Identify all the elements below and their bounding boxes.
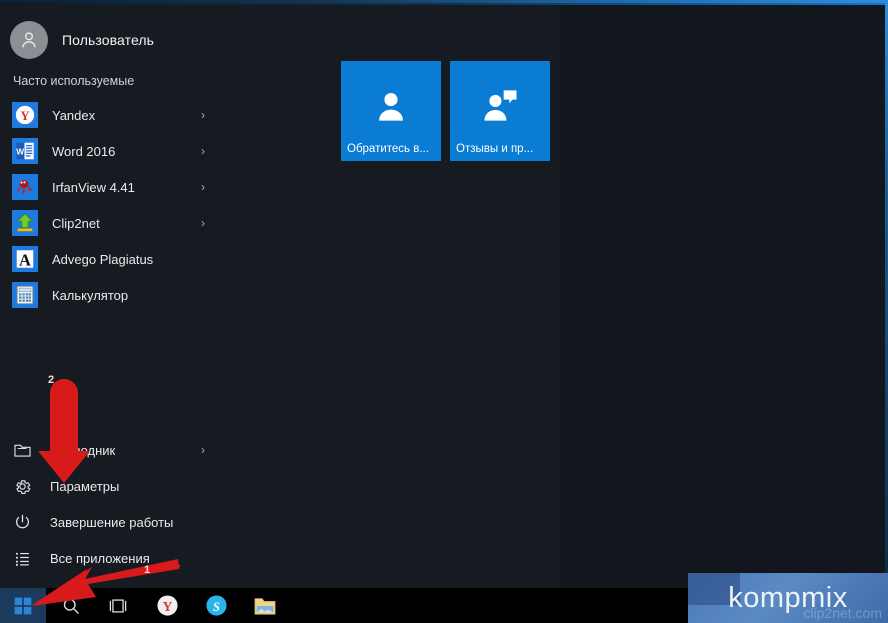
watermark-text: kompmix [728,582,848,615]
menu-label: Завершение работы [50,515,173,530]
tile-label: Обратитесь в... [347,143,429,155]
user-account-row[interactable]: Пользователь [0,19,154,61]
folder-icon [12,440,32,460]
tile-label: Отзывы и пр... [456,143,533,155]
irfanview-icon [12,174,38,200]
clip2net-icon [12,210,38,236]
app-label: Yandex [52,108,95,123]
chevron-right-icon[interactable]: › [201,144,205,158]
gear-icon [12,476,32,496]
app-item-clip2net[interactable]: Clip2net › [0,205,215,241]
app-item-yandex[interactable]: Y Yandex › [0,97,215,133]
calculator-icon [12,282,38,308]
user-avatar-icon [10,21,48,59]
start-menu-tile-group: Обратитесь в... Отзывы и пр... [341,61,550,161]
chevron-right-icon[interactable]: › [201,108,205,122]
bottom-item-shutdown[interactable]: Завершение работы [0,504,215,540]
tile-contact-support[interactable]: Обратитесь в... [341,61,441,161]
app-item-word-2016[interactable]: W Word 2016 › [0,133,215,169]
folder-icon [253,595,277,617]
svg-text:Y: Y [20,109,30,123]
yandex-icon: Y [12,102,38,128]
app-label: Clip2net [52,216,100,231]
annotation-badge-2: 2 [48,374,54,386]
word-icon: W [12,138,38,164]
tile-feedback[interactable]: Отзывы и пр... [450,61,550,161]
frequently-used-header: Часто используемые [13,74,134,88]
watermark: kompmix clip2net.com [688,573,888,623]
app-label: Калькулятор [52,288,128,303]
annotation-arrow-2 [36,371,96,499]
chevron-right-icon[interactable]: › [201,180,205,194]
power-icon [12,512,32,532]
explorer-button[interactable] [242,588,288,623]
skype-icon: S [205,594,228,617]
app-label: Advego Plagiatus [52,252,153,267]
app-label: Word 2016 [52,144,115,159]
app-label: IrfanView 4.41 [52,180,135,195]
frequently-used-app-list: Y Yandex › W [0,97,215,313]
bottom-item-options[interactable]: Параметры [0,468,215,504]
start-menu-panel: Пользователь Часто используемые Y Yandex… [0,5,560,588]
app-item-advego-plagiatus[interactable]: A Advego Plagiatus [0,241,215,277]
app-list-icon [12,548,32,568]
skype-button[interactable]: S [193,588,239,623]
desktop-screen: Пользователь Часто используемые Y Yandex… [0,0,888,623]
user-name-label: Пользователь [62,32,154,48]
chevron-right-icon[interactable]: › [201,443,205,457]
annotation-badge-1: 1 [144,564,150,576]
feedback-icon [478,84,522,133]
svg-text:A: A [19,250,31,269]
advego-icon: A [12,246,38,272]
support-headset-icon [369,84,413,133]
chevron-right-icon[interactable]: › [201,216,205,230]
svg-text:W: W [16,148,24,157]
app-item-irfanview[interactable]: IrfanView 4.41 › [0,169,215,205]
svg-text:S: S [213,600,220,614]
annotation-arrow-1 [30,555,180,615]
app-item-calculator[interactable]: Калькулятор [0,277,215,313]
bottom-item-explorer[interactable]: Проводник › [0,432,215,468]
